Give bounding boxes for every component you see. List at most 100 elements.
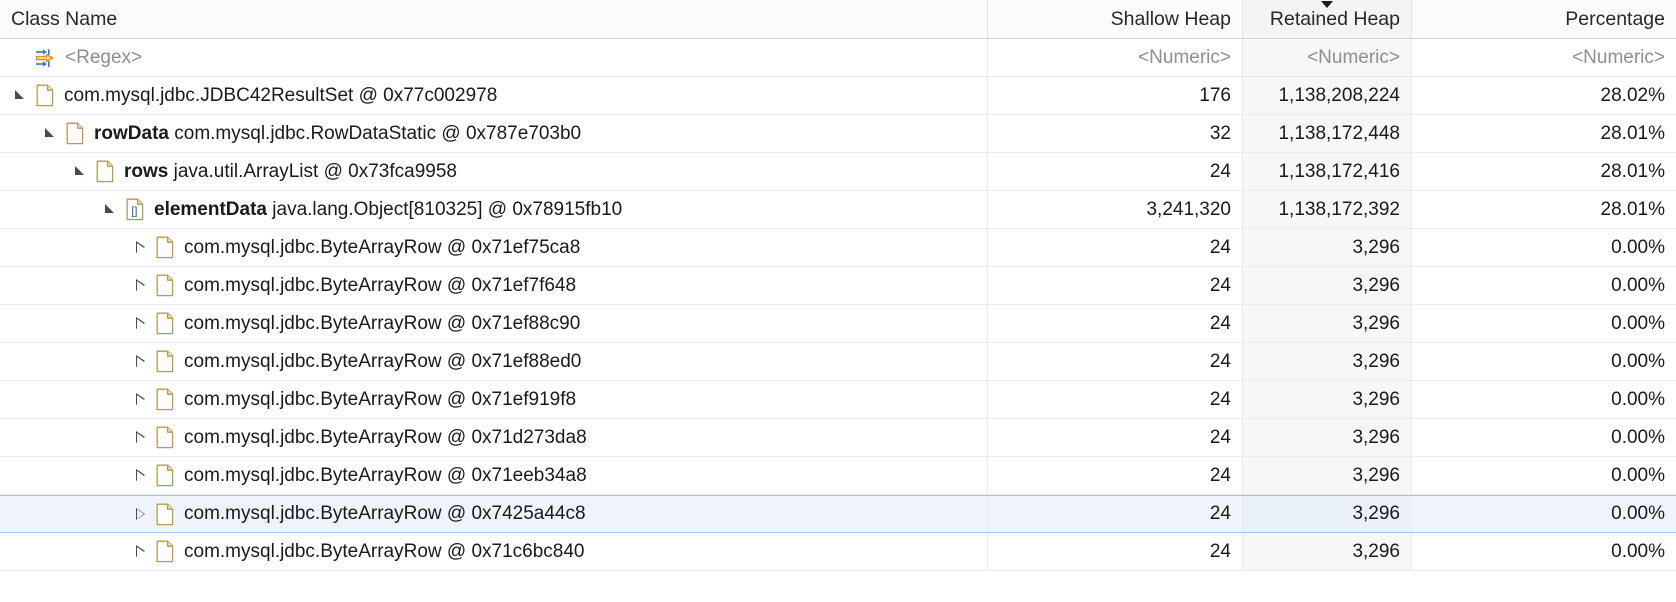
cell-shallow-heap[interactable]: 176 (988, 77, 1243, 114)
cell-class-name[interactable]: []elementData java.lang.Object[810325] @… (0, 191, 988, 228)
cell-percentage[interactable]: 0.00% (1412, 305, 1676, 342)
object-instance-icon (156, 426, 175, 449)
cell-class-name[interactable]: com.mysql.jdbc.ByteArrayRow @ 0x71eeb34a… (0, 457, 988, 494)
table-row[interactable]: com.mysql.jdbc.JDBC42ResultSet @ 0x77c00… (0, 77, 1676, 115)
table-filter-row[interactable]: <Regex> <Numeric> <Numeric> <Numeric> (0, 39, 1676, 77)
table-row[interactable]: com.mysql.jdbc.ByteArrayRow @ 0x71d273da… (0, 419, 1676, 457)
cell-class-name[interactable]: com.mysql.jdbc.ByteArrayRow @ 0x7425a44c… (0, 496, 988, 532)
heap-dominator-tree-table[interactable]: Class Name Shallow Heap Retained Heap Pe… (0, 0, 1676, 602)
cell-retained-heap[interactable]: 3,296 (1243, 305, 1412, 342)
table-row[interactable]: com.mysql.jdbc.ByteArrayRow @ 0x71c6bc84… (0, 533, 1676, 571)
cell-shallow-heap[interactable]: 24 (988, 343, 1243, 380)
collapse-triangle-icon[interactable] (42, 125, 59, 142)
cell-retained-heap[interactable]: 3,296 (1243, 419, 1412, 456)
cell-retained-heap[interactable]: 3,296 (1243, 229, 1412, 266)
cell-retained-heap[interactable]: 1,138,172,416 (1243, 153, 1412, 190)
percentage-value: 28.01% (1601, 199, 1665, 221)
cell-percentage[interactable]: 28.01% (1412, 115, 1676, 152)
table-row[interactable]: com.mysql.jdbc.ByteArrayRow @ 0x71ef88ed… (0, 343, 1676, 381)
cell-percentage[interactable]: 0.00% (1412, 343, 1676, 380)
collapse-triangle-icon[interactable] (102, 201, 119, 218)
cell-shallow-heap[interactable]: 24 (988, 153, 1243, 190)
cell-shallow-heap[interactable]: 24 (988, 381, 1243, 418)
cell-shallow-heap[interactable]: 24 (988, 533, 1243, 570)
cell-shallow-heap[interactable]: 32 (988, 115, 1243, 152)
percentage-value: 0.00% (1611, 389, 1665, 411)
cell-percentage[interactable]: 0.00% (1412, 229, 1676, 266)
table-row[interactable]: com.mysql.jdbc.ByteArrayRow @ 0x71ef7f64… (0, 267, 1676, 305)
table-row[interactable]: com.mysql.jdbc.ByteArrayRow @ 0x71eeb34a… (0, 457, 1676, 495)
table-row[interactable]: com.mysql.jdbc.ByteArrayRow @ 0x71ef919f… (0, 381, 1676, 419)
table-row[interactable]: com.mysql.jdbc.ByteArrayRow @ 0x71ef75ca… (0, 229, 1676, 267)
cell-class-name[interactable]: com.mysql.jdbc.ByteArrayRow @ 0x71ef88c9… (0, 305, 988, 342)
row-label: com.mysql.jdbc.ByteArrayRow @ 0x71d273da… (184, 427, 587, 449)
cell-percentage[interactable]: 0.00% (1412, 457, 1676, 494)
collapse-triangle-icon[interactable] (12, 87, 29, 104)
expand-triangle-icon[interactable] (132, 429, 149, 446)
column-header-retained-heap[interactable]: Retained Heap (1243, 0, 1412, 38)
cell-shallow-heap[interactable]: 24 (988, 419, 1243, 456)
cell-class-name[interactable]: com.mysql.jdbc.ByteArrayRow @ 0x71ef7f64… (0, 267, 988, 304)
cell-percentage[interactable]: 28.01% (1412, 191, 1676, 228)
table-row[interactable]: com.mysql.jdbc.ByteArrayRow @ 0x7425a44c… (0, 495, 1676, 533)
class-name-text: com.mysql.jdbc.RowDataStatic @ 0x787e703… (174, 123, 581, 144)
class-name-text: com.mysql.jdbc.JDBC42ResultSet @ 0x77c00… (64, 85, 497, 106)
cell-retained-heap[interactable]: 3,296 (1243, 457, 1412, 494)
cell-retained-heap[interactable]: 1,138,172,448 (1243, 115, 1412, 152)
cell-retained-heap[interactable]: 1,138,208,224 (1243, 77, 1412, 114)
cell-class-name[interactable]: com.mysql.jdbc.ByteArrayRow @ 0x71c6bc84… (0, 533, 988, 570)
cell-percentage[interactable]: 28.01% (1412, 153, 1676, 190)
column-header-label: Shallow Heap (1111, 8, 1231, 31)
object-instance-icon (156, 274, 175, 297)
collapse-triangle-icon[interactable] (72, 163, 89, 180)
cell-retained-heap[interactable]: 3,296 (1243, 267, 1412, 304)
expand-triangle-icon[interactable] (132, 239, 149, 256)
cell-percentage[interactable]: 0.00% (1412, 419, 1676, 456)
cell-class-name[interactable]: rows java.util.ArrayList @ 0x73fca9958 (0, 153, 988, 190)
filter-cell-percentage[interactable]: <Numeric> (1412, 39, 1676, 76)
cell-shallow-heap[interactable]: 24 (988, 267, 1243, 304)
table-row[interactable]: com.mysql.jdbc.ByteArrayRow @ 0x71ef88c9… (0, 305, 1676, 343)
table-row[interactable]: rows java.util.ArrayList @ 0x73fca995824… (0, 153, 1676, 191)
filter-cell-class-name[interactable]: <Regex> (0, 39, 988, 76)
column-header-shallow-heap[interactable]: Shallow Heap (988, 0, 1243, 38)
cell-shallow-heap[interactable]: 3,241,320 (988, 191, 1243, 228)
table-row[interactable]: rowData com.mysql.jdbc.RowDataStatic @ 0… (0, 115, 1676, 153)
cell-shallow-heap[interactable]: 24 (988, 457, 1243, 494)
cell-percentage[interactable]: 0.00% (1412, 533, 1676, 570)
column-header-percentage[interactable]: Percentage (1412, 0, 1676, 38)
cell-percentage[interactable]: 28.02% (1412, 77, 1676, 114)
cell-percentage[interactable]: 0.00% (1412, 496, 1676, 532)
cell-class-name[interactable]: com.mysql.jdbc.ByteArrayRow @ 0x71d273da… (0, 419, 988, 456)
cell-percentage[interactable]: 0.00% (1412, 381, 1676, 418)
expand-triangle-icon[interactable] (132, 543, 149, 560)
expand-triangle-icon[interactable] (132, 277, 149, 294)
cell-class-name[interactable]: com.mysql.jdbc.ByteArrayRow @ 0x71ef919f… (0, 381, 988, 418)
cell-percentage[interactable]: 0.00% (1412, 267, 1676, 304)
cell-retained-heap[interactable]: 3,296 (1243, 343, 1412, 380)
expand-triangle-icon[interactable] (132, 391, 149, 408)
cell-retained-heap[interactable]: 3,296 (1243, 533, 1412, 570)
expand-triangle-icon[interactable] (132, 315, 149, 332)
filter-cell-shallow-heap[interactable]: <Numeric> (988, 39, 1243, 76)
cell-retained-heap[interactable]: 1,138,172,392 (1243, 191, 1412, 228)
expand-triangle-icon[interactable] (132, 353, 149, 370)
cell-shallow-heap[interactable]: 24 (988, 496, 1243, 532)
cell-shallow-heap[interactable]: 24 (988, 305, 1243, 342)
filter-cell-retained-heap[interactable]: <Numeric> (1243, 39, 1412, 76)
cell-class-name[interactable]: com.mysql.jdbc.JDBC42ResultSet @ 0x77c00… (0, 77, 988, 114)
table-row[interactable]: []elementData java.lang.Object[810325] @… (0, 191, 1676, 229)
cell-class-name[interactable]: rowData com.mysql.jdbc.RowDataStatic @ 0… (0, 115, 988, 152)
shallow-heap-value: 24 (1210, 275, 1231, 297)
cell-shallow-heap[interactable]: 24 (988, 229, 1243, 266)
cell-class-name[interactable]: com.mysql.jdbc.ByteArrayRow @ 0x71ef88ed… (0, 343, 988, 380)
expand-triangle-icon[interactable] (132, 506, 149, 523)
column-header-class-name[interactable]: Class Name (0, 0, 988, 38)
expand-triangle-icon[interactable] (132, 467, 149, 484)
cell-class-name[interactable]: com.mysql.jdbc.ByteArrayRow @ 0x71ef75ca… (0, 229, 988, 266)
cell-retained-heap[interactable]: 3,296 (1243, 496, 1412, 532)
object-instance-icon (96, 160, 115, 183)
cell-retained-heap[interactable]: 3,296 (1243, 381, 1412, 418)
retained-heap-value: 3,296 (1352, 427, 1400, 449)
row-label: elementData java.lang.Object[810325] @ 0… (154, 199, 622, 221)
